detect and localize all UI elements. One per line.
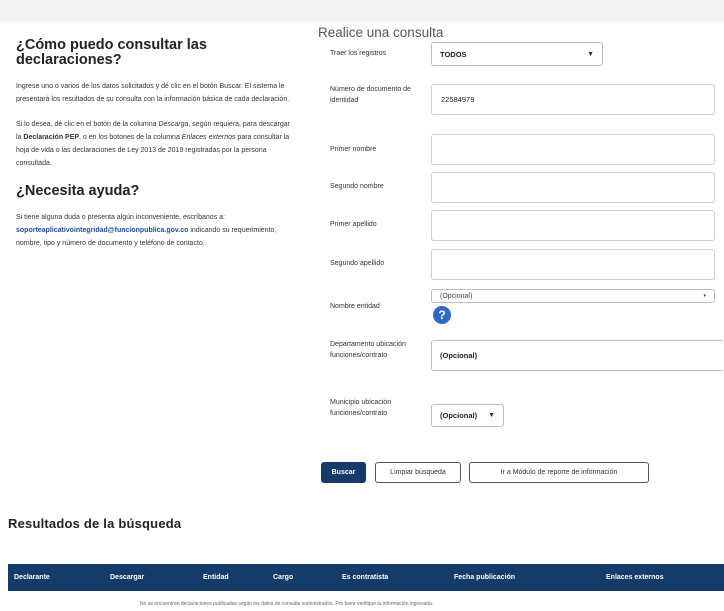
entidad-label: Nombre entidad bbox=[330, 303, 380, 310]
support-email-link[interactable]: soporteaplicativointegridad@funcionpubli… bbox=[16, 227, 188, 234]
help-title: ¿Necesita ayuda? bbox=[16, 183, 140, 199]
segundo-nombre-input[interactable] bbox=[431, 172, 715, 203]
departamento-label: Departamento ubicación funciones/contrat… bbox=[330, 341, 406, 359]
chevron-down-icon: ▼ bbox=[488, 412, 495, 419]
departamento-select[interactable]: (Opcional) bbox=[431, 340, 724, 371]
help-icon[interactable]: ? bbox=[433, 306, 451, 324]
form-title: Realice una consulta bbox=[318, 25, 444, 40]
results-title: Resultados de la búsqueda bbox=[8, 516, 182, 531]
segundo-nombre-label: Segundo nombre bbox=[330, 183, 384, 190]
segundo-apellido-input[interactable] bbox=[431, 249, 715, 280]
instructions-panel: ¿Cómo puedo consultar las declaraciones?… bbox=[16, 38, 296, 250]
column-header-cargo: Cargo bbox=[273, 574, 294, 581]
limpiar-busqueda-button[interactable]: Limpiar búsqueda bbox=[375, 462, 461, 483]
municipio-select[interactable]: (Opcional) ▼ bbox=[431, 404, 504, 427]
column-header-fecha-publicacion: Fecha publicación bbox=[454, 574, 516, 581]
municipio-label: Municipio ubicación funciones/contrato bbox=[330, 399, 392, 417]
chevron-down-icon: ▼ bbox=[587, 50, 594, 58]
primer-apellido-label: Primer apellido bbox=[330, 221, 377, 228]
instructions-paragraph-2: Si lo desea, dé clic en el botón de la c… bbox=[16, 121, 290, 167]
instructions-paragraph-1: Ingrese uno o varios de los datos solici… bbox=[16, 83, 290, 103]
entidad-select[interactable]: (Opcional) ▾ bbox=[431, 289, 715, 303]
registros-select[interactable]: TODOS ▼ bbox=[431, 42, 603, 66]
results-table-header: Declarante Descargar Entidad Cargo Es co… bbox=[8, 564, 724, 591]
top-bar bbox=[0, 0, 724, 22]
column-header-descargar: Descargar bbox=[110, 574, 145, 581]
column-header-declarante: Declarante bbox=[14, 574, 50, 581]
help-paragraph: Si tiene alguna duda o presenta algún in… bbox=[16, 214, 277, 247]
instructions-title: ¿Cómo puedo consultar las declaraciones? bbox=[16, 37, 207, 68]
empty-results-message: No se encuentran declaraciones publicada… bbox=[140, 601, 434, 607]
column-header-es-contratista: Es contratista bbox=[342, 574, 389, 581]
column-header-entidad: Entidad bbox=[203, 574, 229, 581]
buscar-button[interactable]: Buscar bbox=[321, 462, 366, 483]
registros-label: Traer los registros bbox=[330, 50, 387, 57]
primer-apellido-input[interactable] bbox=[431, 210, 715, 241]
chevron-down-icon: ▾ bbox=[703, 293, 706, 299]
segundo-apellido-label: Segundo apellido bbox=[330, 260, 385, 267]
column-header-enlaces-externos: Enlaces externos bbox=[606, 574, 664, 581]
documento-label: Número de documento de identidad bbox=[330, 86, 411, 104]
modulo-reporte-button[interactable]: Ir a Módulo de reporte de información bbox=[469, 462, 649, 483]
documento-input[interactable]: 22584979 bbox=[431, 84, 715, 115]
primer-nombre-input[interactable] bbox=[431, 134, 715, 165]
primer-nombre-label: Primer nombre bbox=[330, 146, 377, 153]
